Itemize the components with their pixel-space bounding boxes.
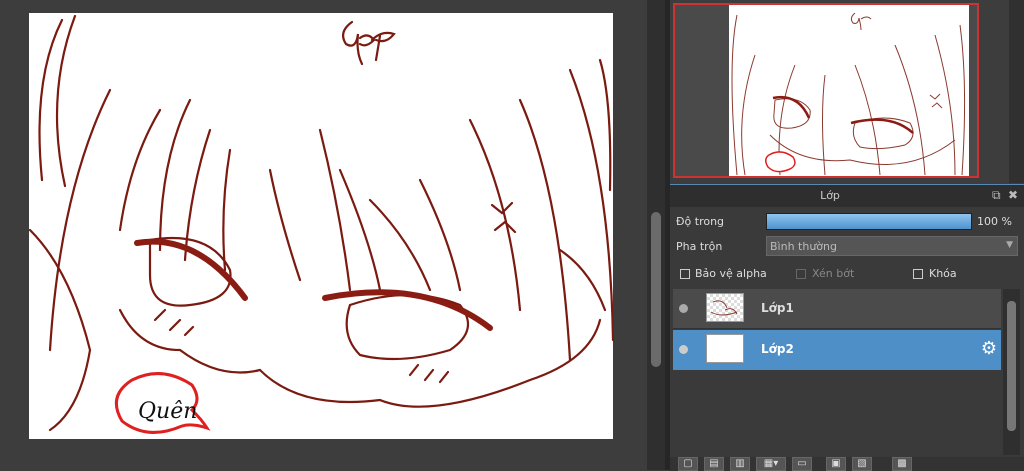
layer-name[interactable]: Lớp1 — [761, 301, 794, 315]
navigator-preview[interactable] — [673, 3, 979, 178]
clipping-label: Xén bớt — [812, 267, 855, 280]
new-layer-from-file-icon[interactable]: ▤ — [704, 457, 724, 471]
new-layer-icon[interactable]: ▢ — [678, 457, 698, 471]
opacity-label: Độ trong — [676, 215, 725, 228]
merge-layer-icon[interactable]: ▣ — [826, 457, 846, 471]
visibility-toggle[interactable] — [679, 304, 688, 313]
visibility-toggle[interactable] — [679, 345, 688, 354]
canvas-area[interactable]: Quên — [0, 0, 648, 470]
layer-row[interactable]: Lớp1 — [673, 289, 1001, 329]
layer-panel-title: Lớp — [820, 189, 840, 202]
layer-list: Lớp1 Lớp2 ⚙ — [673, 289, 1001, 455]
duplicate-layer-icon[interactable]: ▥ — [730, 457, 750, 471]
layer-panel: Lớp ⧉ ✖ Độ trong 100 % Pha trộn Bình thư… — [670, 184, 1024, 471]
blend-mode-value: Bình thường — [770, 240, 837, 253]
close-icon[interactable]: ✖ — [1008, 188, 1018, 202]
drawing-canvas[interactable]: Quên — [0, 0, 648, 470]
opacity-value: 100 % — [977, 215, 1012, 228]
navigator-scrollbar[interactable] — [1009, 0, 1024, 183]
layer-list-scrollbar[interactable] — [1003, 289, 1020, 455]
navigator-panel — [670, 0, 1024, 183]
layer-name[interactable]: Lớp2 — [761, 342, 794, 356]
layer-row-selected[interactable]: Lớp2 ⚙ — [673, 330, 1001, 370]
blend-mode-select[interactable]: Bình thường ▼ — [766, 236, 1018, 256]
lock-checkbox[interactable] — [913, 269, 923, 279]
bubble-text: Quên — [138, 399, 197, 424]
folder-icon[interactable]: ▭ — [792, 457, 812, 471]
opacity-slider-fill — [767, 214, 971, 229]
clipping-checkbox[interactable] — [796, 269, 806, 279]
chevron-down-icon: ▼ — [1006, 240, 1013, 250]
lock-label: Khóa — [929, 267, 957, 280]
layer-toolbar: ▢ ▤ ▥ ▦▾ ▭ ▣ ▧ ▩ — [670, 457, 1024, 471]
layer-thumbnail — [706, 334, 744, 363]
scrollbar-thumb[interactable] — [651, 212, 661, 367]
right-panel: Lớp ⧉ ✖ Độ trong 100 % Pha trộn Bình thư… — [670, 0, 1024, 471]
popout-icon[interactable]: ⧉ — [992, 188, 1001, 203]
layer-thumbnail-art — [710, 300, 738, 316]
navigator-thumbnail — [729, 5, 969, 176]
opacity-slider[interactable] — [766, 213, 972, 230]
trash-icon[interactable]: ▩ — [892, 457, 912, 471]
transfer-layer-icon[interactable]: ▧ — [852, 457, 872, 471]
scrollbar-thumb[interactable] — [1007, 301, 1016, 431]
blend-mode-label: Pha trộn — [676, 240, 723, 253]
canvas-vertical-scrollbar[interactable] — [647, 0, 665, 470]
gear-icon[interactable]: ⚙ — [981, 339, 997, 359]
layer-thumbnail — [706, 293, 744, 322]
layer-options-icon[interactable]: ▦▾ — [756, 457, 786, 471]
layer-panel-header: Lớp ⧉ ✖ — [670, 185, 1024, 207]
protect-alpha-label: Bảo vệ alpha — [695, 267, 767, 280]
protect-alpha-checkbox[interactable] — [680, 269, 690, 279]
